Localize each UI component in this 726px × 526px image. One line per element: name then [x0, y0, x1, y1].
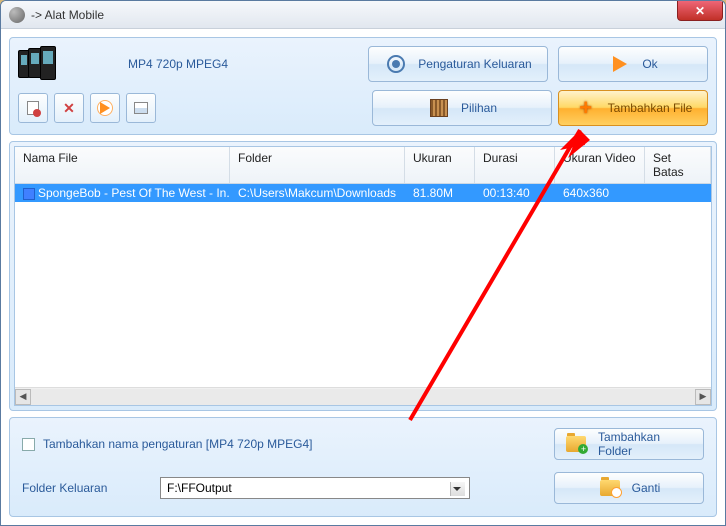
add-file-label: Tambahkan File	[608, 101, 693, 115]
change-label: Ganti	[632, 481, 661, 495]
checkbox-row: Tambahkan nama pengaturan [MP4 720p MPEG…	[22, 428, 704, 460]
bottom-panel: Tambahkan nama pengaturan [MP4 720p MPEG…	[9, 417, 717, 517]
scroll-track[interactable]	[31, 389, 695, 405]
cell-batas	[645, 192, 711, 194]
format-label: MP4 720p MPEG4	[68, 57, 358, 71]
output-folder-value: F:\FFOutput	[167, 481, 232, 495]
col-dim[interactable]: Ukuran Video	[555, 147, 645, 183]
play-icon	[97, 100, 113, 116]
table-row[interactable]: SpongeBob - Pest Of The West - In... C:\…	[15, 184, 711, 202]
change-folder-button[interactable]: Ganti	[554, 472, 704, 504]
cell-duration: 00:13:40	[475, 185, 555, 201]
add-folder-label: Tambahkan Folder	[598, 430, 693, 458]
info-button[interactable]	[126, 93, 156, 123]
format-row: MP4 720p MPEG4 Pengaturan Keluaran Ok	[18, 46, 708, 82]
cell-folder: C:\Users\Makcum\Downloads	[230, 185, 405, 201]
video-file-icon	[23, 188, 35, 200]
cell-name: SpongeBob - Pest Of The West - In...	[38, 186, 230, 200]
toolbar-row: ✕ Pilihan + Tambahkan File	[18, 90, 708, 126]
output-folder-label: Folder Keluaran	[22, 481, 152, 495]
window-title: -> Alat Mobile	[31, 8, 104, 22]
ok-label: Ok	[642, 57, 657, 71]
titlebar: -> Alat Mobile ✕	[1, 1, 725, 29]
table-header: Nama File Folder Ukuran Durasi Ukuran Vi…	[15, 147, 711, 184]
append-name-checkbox[interactable]	[22, 438, 35, 451]
app-icon	[9, 7, 25, 23]
app-window: -> Alat Mobile ✕ MP4 720p MPEG4 Pengatur…	[0, 0, 726, 526]
append-name-label: Tambahkan nama pengaturan [MP4 720p MPEG…	[43, 437, 313, 451]
film-icon	[427, 96, 451, 120]
folder-gear-icon	[598, 476, 622, 500]
chevron-down-icon	[453, 487, 461, 491]
add-file-button[interactable]: + Tambahkan File	[558, 90, 708, 126]
scroll-left-icon[interactable]: ◀	[15, 389, 31, 405]
content: MP4 720p MPEG4 Pengaturan Keluaran Ok ✕	[1, 29, 725, 525]
col-duration[interactable]: Durasi	[475, 147, 555, 183]
scroll-right-icon[interactable]: ▶	[695, 389, 711, 405]
file-list-panel: Nama File Folder Ukuran Durasi Ukuran Vi…	[9, 141, 717, 411]
col-name[interactable]: Nama File	[15, 147, 230, 183]
cell-size: 81.80M	[405, 185, 475, 201]
col-size[interactable]: Ukuran	[405, 147, 475, 183]
output-settings-label: Pengaturan Keluaran	[418, 57, 531, 71]
info-icon	[134, 102, 148, 114]
file-remove-icon	[27, 101, 39, 115]
cell-dim: 640x360	[555, 185, 645, 201]
output-settings-button[interactable]: Pengaturan Keluaran	[368, 46, 548, 82]
close-icon: ✕	[695, 4, 705, 18]
device-icon	[18, 46, 58, 82]
close-button[interactable]: ✕	[677, 1, 723, 21]
add-folder-button[interactable]: Tambahkan Folder	[554, 428, 704, 460]
top-panel: MP4 720p MPEG4 Pengaturan Keluaran Ok ✕	[9, 37, 717, 135]
arrow-right-icon	[608, 52, 632, 76]
ok-button[interactable]: Ok	[558, 46, 708, 82]
delete-button[interactable]: ✕	[54, 93, 84, 123]
file-table: Nama File Folder Ukuran Durasi Ukuran Vi…	[14, 146, 712, 406]
col-folder[interactable]: Folder	[230, 147, 405, 183]
plus-icon: +	[574, 96, 598, 120]
gear-icon	[384, 52, 408, 76]
options-button[interactable]: Pilihan	[372, 90, 552, 126]
horizontal-scrollbar[interactable]: ◀ ▶	[15, 387, 711, 405]
table-body[interactable]: SpongeBob - Pest Of The West - In... C:\…	[15, 184, 711, 387]
col-batas[interactable]: Set Batas	[645, 147, 711, 183]
options-label: Pilihan	[461, 101, 497, 115]
remove-file-button[interactable]	[18, 93, 48, 123]
play-button[interactable]	[90, 93, 120, 123]
output-row: Folder Keluaran F:\FFOutput Ganti	[22, 472, 704, 504]
x-icon: ✕	[63, 100, 75, 117]
folder-add-icon	[565, 432, 588, 456]
output-folder-select[interactable]: F:\FFOutput	[160, 477, 470, 499]
